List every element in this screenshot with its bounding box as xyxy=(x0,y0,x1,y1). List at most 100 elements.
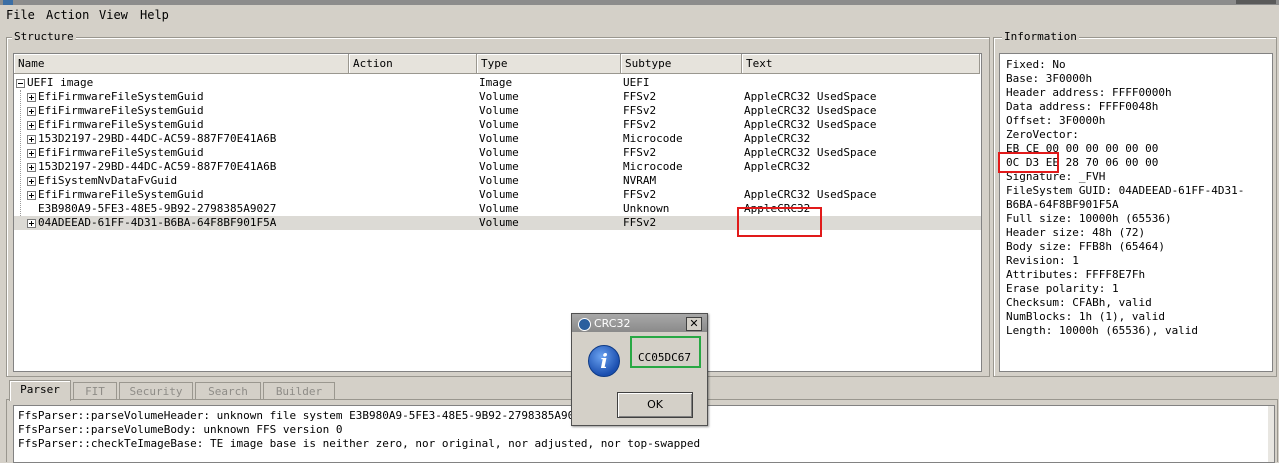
expand-icon[interactable] xyxy=(27,135,36,144)
structure-group-title: Structure xyxy=(12,30,76,43)
close-icon[interactable]: ✕ xyxy=(686,317,702,331)
dialog-title-bar[interactable]: CRC32 ✕ xyxy=(572,314,707,332)
menu-action[interactable]: Action xyxy=(46,8,89,22)
row-text: AppleCRC32 UsedSpace xyxy=(744,118,877,131)
tab-label: Search xyxy=(208,385,248,398)
tree-row[interactable]: EfiFirmwareFileSystemGuid Volume FFSv2 Appl… xyxy=(14,146,981,160)
dialog-app-icon xyxy=(578,318,591,331)
row-text: AppleCRC32 UsedSpace xyxy=(744,146,877,159)
info-line: Length: 10000h (65536), valid xyxy=(1006,324,1199,337)
tree-row[interactable]: EfiFirmwareFileSystemGuid Volume FFSv2 Appl… xyxy=(14,90,981,104)
tab-search[interactable]: Search xyxy=(195,382,261,400)
row-type: Volume xyxy=(479,202,519,215)
info-line: Erase polarity: 1 xyxy=(1006,282,1119,295)
row-text: AppleCRC32 UsedSpace xyxy=(744,90,877,103)
ok-button[interactable]: OK xyxy=(617,392,693,418)
expand-icon[interactable] xyxy=(27,121,36,130)
expand-icon[interactable] xyxy=(27,191,36,200)
row-name: 153D2197-29BD-44DC-AC59-887F70E41A6B xyxy=(38,160,277,173)
tree-row[interactable]: 153D2197-29BD-44DC-AC59-887F70E41A6B Volu… xyxy=(14,132,981,146)
row-subtype: NVRAM xyxy=(623,174,657,187)
info-line: Attributes: FFFF8E7Fh xyxy=(1006,268,1146,281)
tab-parser[interactable]: Parser xyxy=(9,380,71,401)
row-type: Volume xyxy=(479,216,519,229)
tab-builder[interactable]: Builder xyxy=(263,382,335,400)
info-line: Body size: FFB8h (65464) xyxy=(1006,240,1165,253)
row-type: Volume xyxy=(479,146,519,159)
row-type: Volume xyxy=(479,132,519,145)
row-name: UEFI image xyxy=(27,76,94,89)
info-line: Revision: 1 xyxy=(1006,254,1079,267)
crc32-dialog: CRC32 ✕ i CC05DC67 OK xyxy=(571,313,708,426)
column-header-name[interactable]: Name xyxy=(14,54,349,74)
expand-icon[interactable] xyxy=(27,219,36,228)
row-subtype: FFSv2 xyxy=(623,90,657,103)
row-subtype: FFSv2 xyxy=(623,146,657,159)
row-subtype: FFSv2 xyxy=(623,118,657,131)
menu-help[interactable]: Help xyxy=(140,8,169,22)
row-subtype: Microcode xyxy=(623,160,683,173)
column-header-type-label: Type xyxy=(481,57,508,70)
tree-row[interactable]: EfiSystemNvDataFvGuid Volume NVRAM xyxy=(14,174,981,188)
row-name: EfiFirmwareFileSystemGuid xyxy=(38,104,204,117)
info-line: Checksum: CFABh, valid xyxy=(1006,296,1152,309)
row-text: AppleCRC32 xyxy=(744,132,811,145)
tree-row[interactable]: E3B980A9-5FE3-48E5-9B92-2798385A9027 Volu… xyxy=(14,202,981,216)
expand-icon[interactable] xyxy=(27,149,36,158)
row-type: Volume xyxy=(479,160,519,173)
tree-row[interactable]: EfiFirmwareFileSystemGuid Volume FFSv2 Appl… xyxy=(14,104,981,118)
row-text: AppleCRC32 UsedSpace xyxy=(744,104,877,117)
info-line: Base: 3F0000h xyxy=(1006,72,1093,85)
app-icon xyxy=(3,0,13,5)
tab-label: Security xyxy=(129,385,183,398)
expand-icon[interactable] xyxy=(27,93,36,102)
column-header-text[interactable]: Text xyxy=(742,54,980,74)
tree-row[interactable]: 153D2197-29BD-44DC-AC59-887F70E41A6B Volu… xyxy=(14,160,981,174)
tab-fit[interactable]: FIT xyxy=(73,382,117,400)
info-line: B6BA-64F8BF901F5A xyxy=(1006,198,1119,211)
highlight-box-text-cell xyxy=(737,207,822,237)
column-header-text-label: Text xyxy=(746,57,773,70)
row-subtype: UEFI xyxy=(623,76,650,89)
tree-row[interactable]: EfiFirmwareFileSystemGuid Volume FFSv2 Appl… xyxy=(14,188,981,202)
row-type: Volume xyxy=(479,90,519,103)
row-name: E3B980A9-5FE3-48E5-9B92-2798385A9027 xyxy=(38,202,277,215)
column-header-subtype[interactable]: Subtype xyxy=(621,54,742,74)
info-line: Full size: 10000h (65536) xyxy=(1006,212,1172,225)
information-group-title: Information xyxy=(1002,30,1079,43)
information-panel[interactable]: Fixed: No Base: 3F0000h Header address: FF… xyxy=(999,53,1273,372)
column-header-action[interactable]: Action xyxy=(349,54,477,74)
info-line: Offset: 3F0000h xyxy=(1006,114,1106,127)
message-line: FfsParser::parseVolumeHeader: unknown fi… xyxy=(18,409,588,422)
menu-view[interactable]: View xyxy=(99,8,128,22)
tab-security[interactable]: Security xyxy=(119,382,193,400)
row-subtype: Unknown xyxy=(623,202,670,215)
expand-icon[interactable] xyxy=(27,107,36,116)
structure-tree[interactable]: Name Action Type Subtype Text UEFI image… xyxy=(13,53,982,372)
tab-label: Parser xyxy=(20,383,60,396)
info-line: ZeroVector: xyxy=(1006,128,1079,141)
row-name: EfiFirmwareFileSystemGuid xyxy=(38,146,204,159)
row-subtype: FFSv2 xyxy=(623,104,657,117)
tab-label: FIT xyxy=(85,385,105,398)
info-line: NumBlocks: 1h (1), valid xyxy=(1006,310,1165,323)
column-header-action-label: Action xyxy=(353,57,393,70)
row-text: AppleCRC32 UsedSpace xyxy=(744,188,877,201)
collapse-icon[interactable] xyxy=(16,79,25,88)
messages-scrollbar[interactable] xyxy=(1268,406,1274,462)
row-subtype: Microcode xyxy=(623,132,683,145)
row-type: Volume xyxy=(479,104,519,117)
window-controls[interactable] xyxy=(1236,0,1276,4)
row-subtype: FFSv2 xyxy=(623,216,657,229)
message-line: FfsParser::parseVolumeBody: unknown FFS … xyxy=(18,423,343,436)
menu-file[interactable]: File xyxy=(6,8,35,22)
row-type: Volume xyxy=(479,174,519,187)
tree-row[interactable]: 04ADEEAD-61FF-4D31-B6BA-64F8BF901F5A Volu… xyxy=(14,216,981,230)
tree-row[interactable]: EfiFirmwareFileSystemGuid Volume FFSv2 Appl… xyxy=(14,118,981,132)
expand-icon[interactable] xyxy=(27,177,36,186)
column-header-type[interactable]: Type xyxy=(477,54,621,74)
tree-row[interactable]: UEFI image Image UEFI xyxy=(14,76,981,90)
column-header-subtype-label: Subtype xyxy=(625,57,672,70)
info-line: Fixed: No xyxy=(1006,58,1066,71)
expand-icon[interactable] xyxy=(27,163,36,172)
